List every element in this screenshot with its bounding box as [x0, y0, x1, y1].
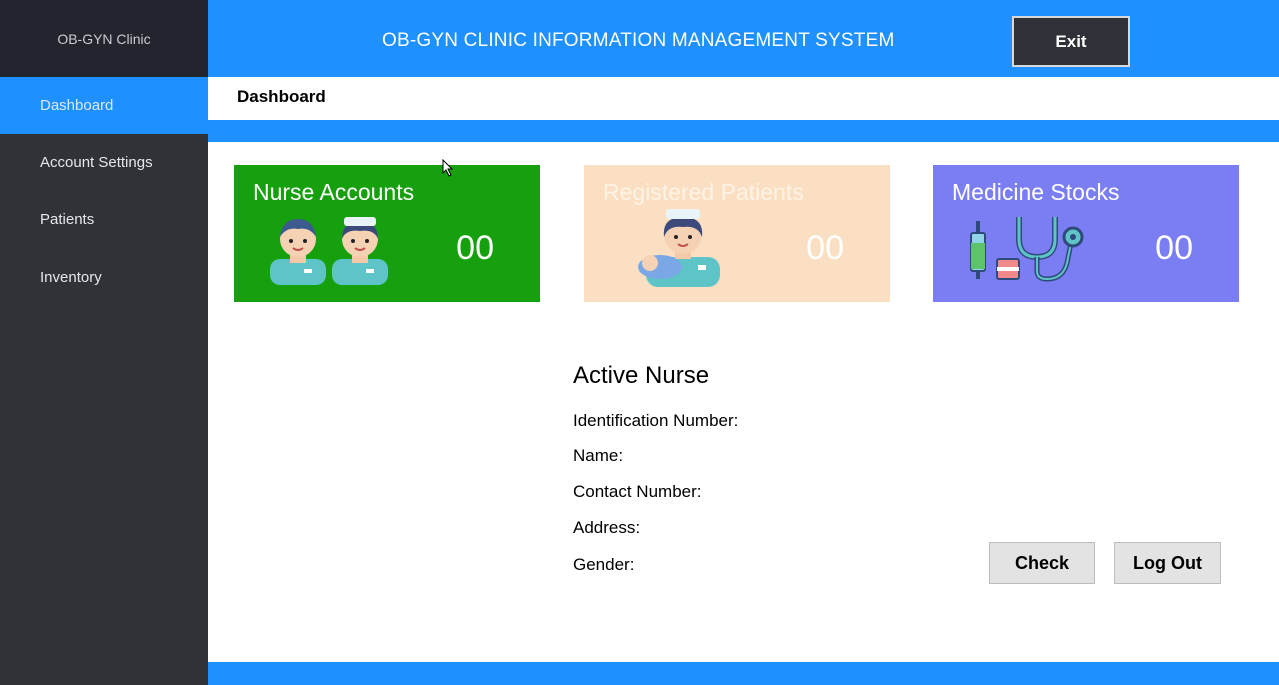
- nurses-icon: [270, 217, 388, 285]
- check-button[interactable]: Check: [989, 542, 1095, 584]
- sidebar-item-patients[interactable]: Patients: [0, 191, 208, 248]
- app-window: OB-GYN Clinic Dashboard Account Settings…: [0, 0, 1279, 685]
- name-label: Name:: [573, 446, 624, 465]
- card-count: 00: [1155, 229, 1193, 267]
- card-title: Registered Patients: [603, 179, 804, 205]
- sidebar-item-inventory[interactable]: Inventory: [0, 249, 208, 306]
- active-nurse-heading: Active Nurse: [573, 362, 710, 389]
- header-bar: OB-GYN CLINIC INFORMATION MANAGEMENT SYS…: [208, 0, 1279, 77]
- sidebar-item-label: Patients: [40, 211, 95, 228]
- exit-button[interactable]: Exit: [1012, 16, 1130, 67]
- contact-number-label: Contact Number:: [573, 482, 702, 501]
- logout-button[interactable]: Log Out: [1114, 542, 1221, 584]
- app-title: OB-GYN CLINIC INFORMATION MANAGEMENT SYS…: [382, 30, 895, 51]
- id-number-label: Identification Number:: [573, 411, 739, 430]
- medicine-stocks-card[interactable]: Medicine Stocks 00: [933, 165, 1239, 302]
- registered-patients-card[interactable]: Registered Patients 00: [584, 165, 890, 302]
- nurse-with-baby-icon: [638, 209, 720, 287]
- card-count: 00: [806, 229, 844, 267]
- sidebar: OB-GYN Clinic Dashboard Account Settings…: [0, 0, 208, 685]
- card-count: 00: [456, 229, 494, 267]
- footer-bar: [208, 662, 1279, 685]
- mouse-cursor-icon: [442, 159, 454, 177]
- sidebar-item-account-settings[interactable]: Account Settings: [0, 134, 208, 191]
- address-label: Address:: [573, 518, 641, 537]
- sidebar-item-label: Account Settings: [40, 154, 153, 171]
- header-divider: [208, 120, 1279, 142]
- card-title: Nurse Accounts: [253, 179, 415, 205]
- gender-label: Gender:: [573, 555, 635, 574]
- brand-label: OB-GYN Clinic: [0, 0, 208, 77]
- page-title: Dashboard: [237, 87, 326, 106]
- nurse-accounts-card[interactable]: Nurse Accounts 00: [234, 165, 540, 302]
- page-header: Dashboard: [208, 77, 1279, 120]
- card-title: Medicine Stocks: [952, 179, 1120, 205]
- sidebar-item-dashboard[interactable]: Dashboard: [0, 77, 208, 134]
- medical-supplies-icon: [970, 217, 1084, 282]
- sidebar-item-label: Dashboard: [40, 97, 114, 114]
- sidebar-item-label: Inventory: [40, 269, 102, 286]
